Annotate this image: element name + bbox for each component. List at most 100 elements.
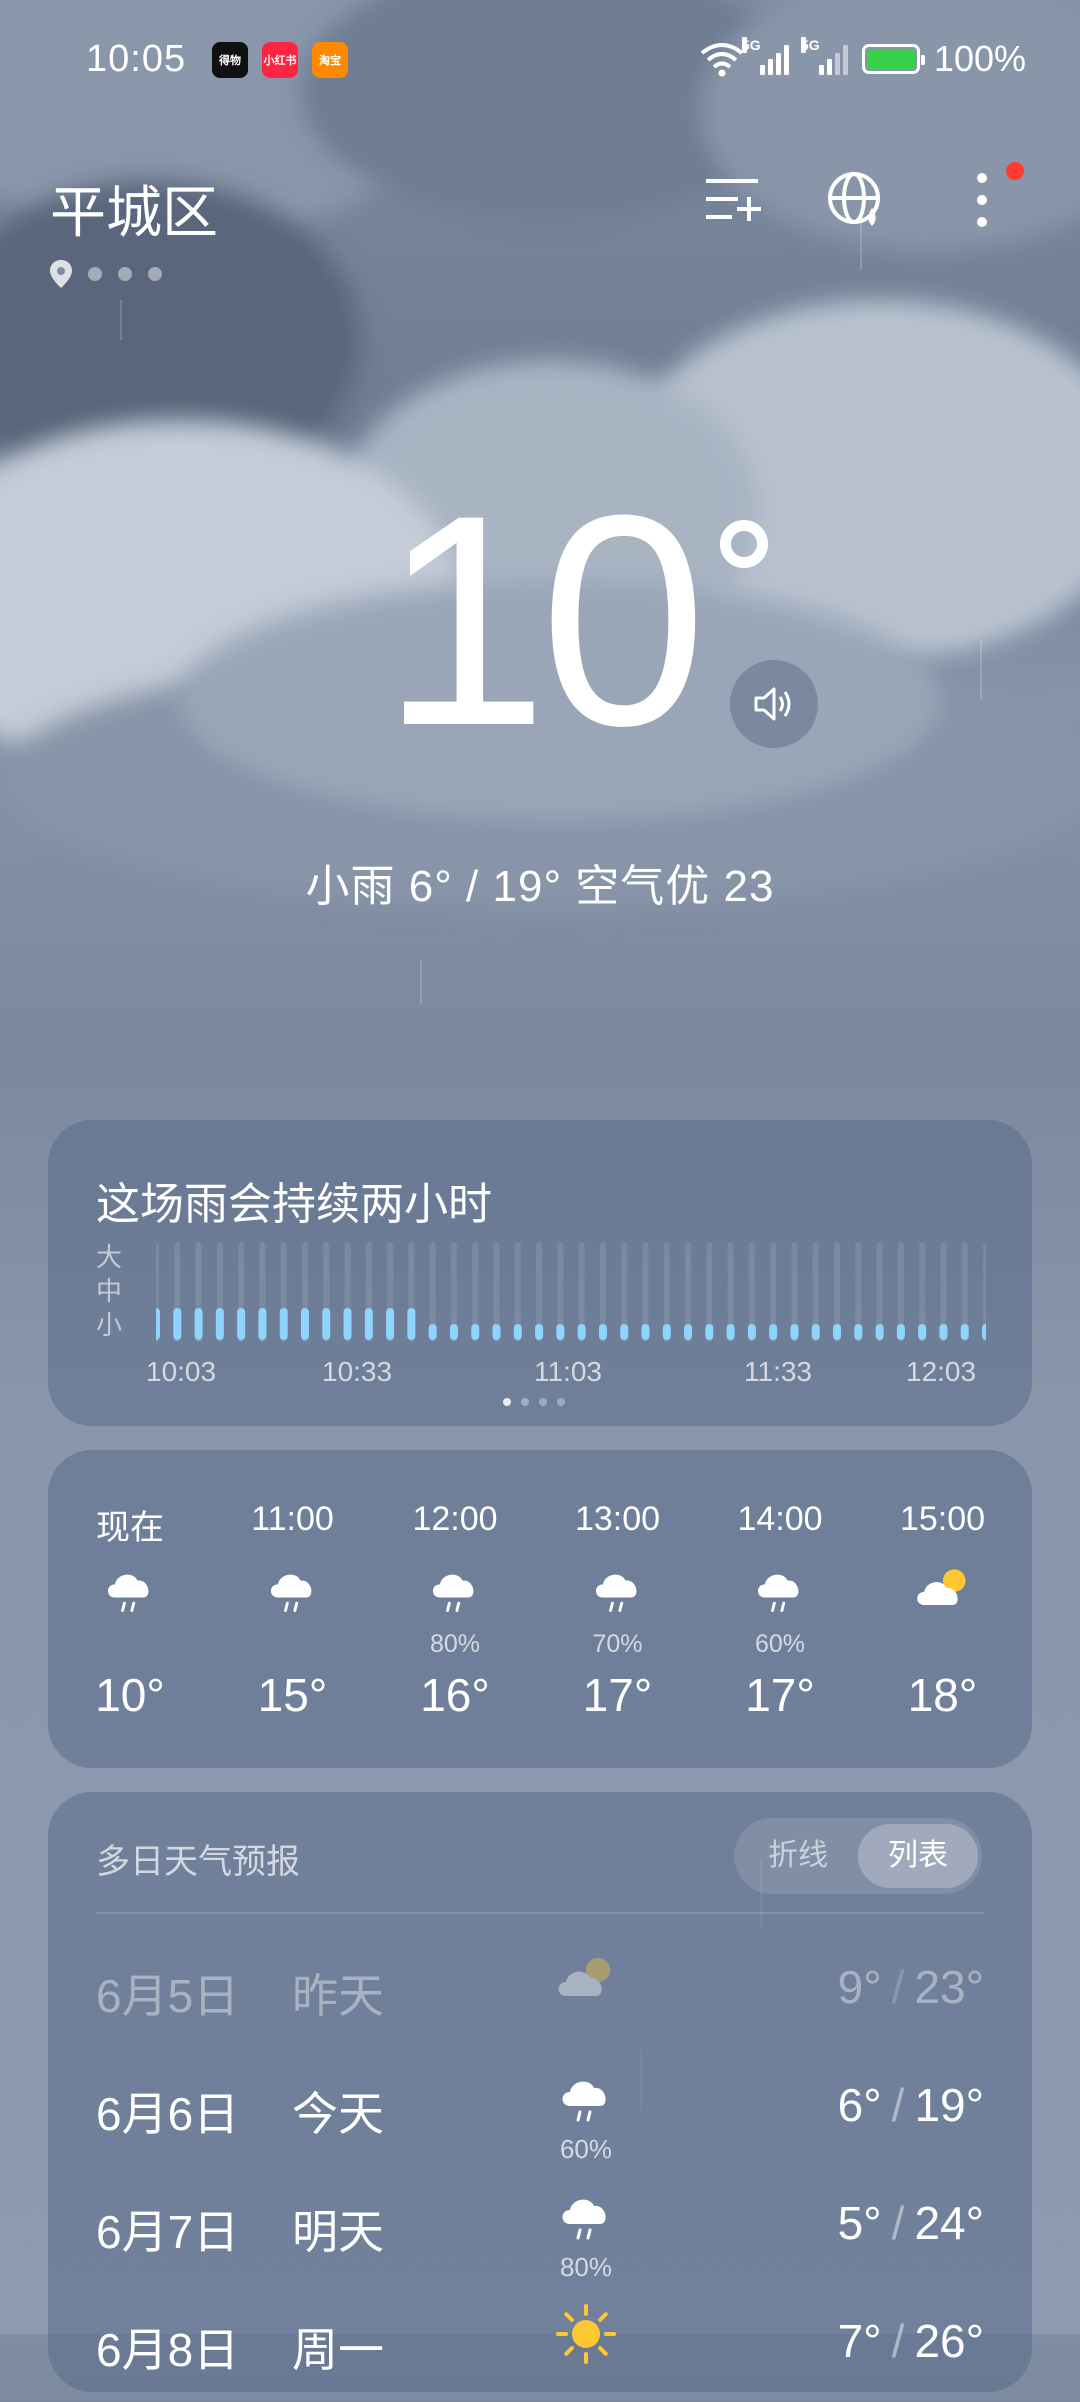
rain-intensity-bar [173,1308,182,1340]
rain-intensity-bar [982,1324,986,1340]
rain-intensity-bar [833,1324,842,1340]
rain-intensity-bar [513,1324,522,1340]
temp-separator: / [891,2197,905,2249]
rain-icon [757,1574,799,1613]
hourly-time: 12:00 [412,1500,498,1538]
hourly-time: 14:00 [737,1500,823,1538]
daily-weekday: 今天 [292,2088,384,2140]
daily-row[interactable]: 6月6日 今天 60% 6°/19° [48,2056,1032,2166]
hourly-temp: 17° [582,1669,653,1721]
rain-intensity-bar [918,1324,927,1340]
location-pager[interactable] [50,260,162,288]
rain-icon [432,1574,474,1613]
globe-icon[interactable] [824,168,888,232]
speaker-icon [754,687,791,721]
rain-time-label: 11:33 [744,1356,812,1387]
hourly-temp: 16° [420,1669,490,1721]
rain-intensity-bar [641,1324,650,1340]
weather-summary: 小雨 6° / 19° 空气优 23 [305,862,775,911]
rain-intensity-bar [194,1308,203,1340]
daily-high: 26° [914,2315,984,2367]
signal-icon: 5G [800,37,848,75]
daily-row[interactable]: 6月8日 周一 7°/26° [48,2292,1032,2402]
rain-intensity-bar [471,1324,480,1340]
city-name[interactable]: 平城区 [50,168,218,249]
daily-date: 6月8日 [96,2324,240,2376]
more-icon[interactable] [950,168,1014,232]
daily-high: 19° [914,2079,984,2131]
app-notification-icon: 小红书 [262,42,298,78]
rain-intensity-bar [747,1324,756,1340]
hourly-forecast-card[interactable]: 现在 10° 11:00 15° 12:00 80% 16° 13:00 70% 17° 14:00… [48,1450,1032,1768]
rain-intensity-chart [156,1242,986,1342]
rain-intensity-bar [854,1324,863,1340]
rain-intensity-bar [939,1324,948,1340]
partly-cloudy-icon [916,1569,965,1605]
hourly-precip: 80% [429,1630,481,1658]
rain-intensity-bar [215,1308,224,1340]
rain-intensity-bar [896,1324,905,1340]
rain-time-label: 10:33 [322,1356,393,1387]
battery-icon [861,44,925,74]
daily-precip: 80% [559,2252,613,2282]
rain-icon [595,1574,636,1613]
hourly-temp: 17° [745,1669,815,1721]
add-city-icon[interactable] [700,168,764,232]
daily-temp-range: 9°/23° [838,1960,984,2014]
rain-intensity-bar [535,1324,544,1340]
rain-icon [562,2081,606,2122]
rain-time-label: 10:03 [146,1356,217,1387]
rain-intensity-bar [598,1324,607,1340]
rain-intensity-bar [684,1324,693,1340]
current-temperature: 10 [381,452,707,788]
hourly-precip: 60% [754,1630,806,1658]
rain-level-labels: 大 中 小 [96,1242,123,1340]
sunny-icon [556,2304,616,2364]
hourly-temp: 10° [95,1669,165,1721]
status-bar: 10:05 得物 小红书 淘宝 5G 5G 100% [0,37,1080,82]
toggle-line-chart[interactable]: 折线 [738,1818,858,1894]
rain-card-pager [503,1398,565,1406]
daily-weekday: 昨天 [292,1970,384,2022]
speaker-button[interactable] [730,660,818,748]
daily-date: 6月5日 [96,1970,240,2022]
notification-dot [1006,162,1024,180]
rain-duration-card[interactable]: 这场雨会持续两小时 大 中 小 10:03 10:33 11:03 11:33 … [48,1120,1032,1426]
rain-intensity-bar [620,1324,629,1340]
rain-intensity-bar [322,1308,331,1340]
toggle-list[interactable]: 列表 [858,1824,978,1888]
app-notification-icon: 得物 [212,42,248,78]
daily-temp-range: 6°/19° [838,2078,984,2132]
status-time: 10:05 [86,38,187,80]
rain-time-label: 12:03 [906,1356,977,1387]
rain-intensity-bar [662,1324,671,1340]
hourly-precip: 70% [592,1630,643,1658]
rain-intensity-bar [726,1324,735,1340]
app-notification-icon: 淘宝 [312,42,348,78]
wifi-icon [700,43,744,77]
hourly-temp: 18° [907,1669,978,1721]
degree-symbol [720,520,768,568]
view-toggle[interactable]: 折线 列表 [734,1818,982,1894]
daily-row[interactable]: 6月5日 昨天 9°/23° [48,1938,1032,2048]
rain-intensity-bar [428,1324,437,1340]
rain-intensity-bar [449,1324,458,1340]
hourly-time: 15:00 [899,1500,986,1538]
rain-intensity-bar [407,1308,416,1340]
rain-intensity-bar [875,1324,884,1340]
daily-forecast-card: 多日天气预报 折线 列表 6月5日 昨天 9°/23° 6月6日 今天 60% 6°/19°… [48,1792,1032,2392]
rain-intensity-bar [300,1308,309,1340]
daily-temp-range: 7°/26° [838,2314,984,2368]
rain-intensity-bar [811,1324,820,1340]
rain-intensity-bar [577,1324,586,1340]
rain-icon [562,2199,606,2240]
rain-intensity-bar [386,1308,395,1340]
rain-intensity-bar [237,1308,246,1340]
rain-intensity-bar [258,1308,267,1340]
hourly-time: 11:00 [251,1500,334,1538]
rain-time-axis: 10:03 10:33 11:03 11:33 12:03 [146,1356,986,1387]
daily-date: 6月6日 [96,2088,240,2140]
daily-row[interactable]: 6月7日 明天 80% 5°/24° [48,2174,1032,2284]
temp-separator: / [891,2079,905,2131]
rain-intensity-bar [492,1324,501,1340]
